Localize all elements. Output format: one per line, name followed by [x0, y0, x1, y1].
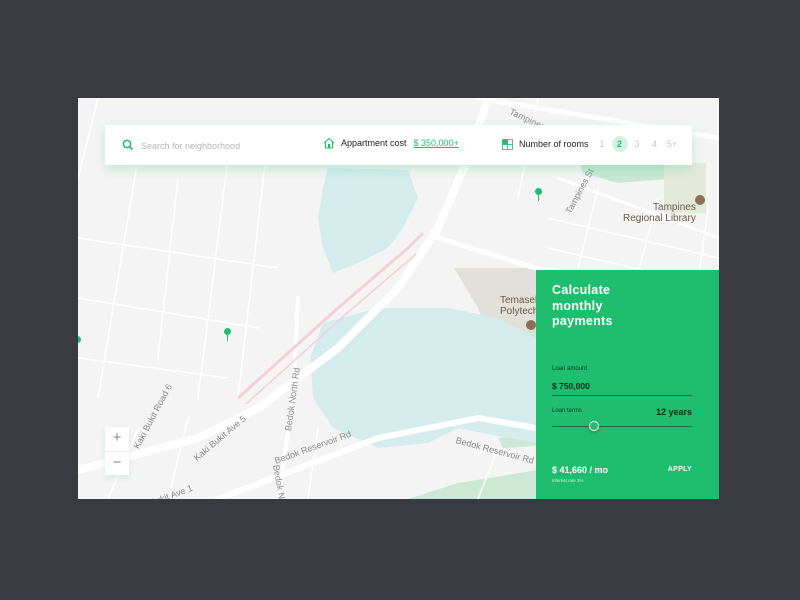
filter-bar: Appartment cost $ 350,000+ Number of roo…	[105, 125, 692, 165]
loan-terms-label: Loan terms	[552, 408, 583, 414]
rooms-filter: Number of rooms 1 2 3 4 5+	[502, 136, 680, 152]
room-option-5-plus[interactable]: 5+	[664, 136, 680, 152]
search-input[interactable]	[139, 135, 313, 157]
calculator-title: Calculate monthly payments	[552, 283, 613, 330]
interest-rate: interest rate 3%	[552, 478, 584, 483]
zoom-controls: + −	[105, 427, 129, 475]
zoom-out-button[interactable]: −	[105, 451, 129, 476]
room-option-2[interactable]: 2	[611, 136, 628, 152]
calculator-title-line2: monthly	[552, 298, 603, 313]
loan-terms-value: 12 years	[655, 407, 692, 417]
search-icon	[122, 139, 134, 151]
library-label-line2: Regional Library	[623, 213, 696, 224]
library-label-line1: Tampines	[653, 202, 696, 213]
apartment-cost-label: Appartment cost	[341, 138, 407, 148]
library-poi-icon	[695, 195, 705, 205]
apply-button[interactable]: APPLY	[668, 466, 692, 473]
payment-calculator-panel: Calculate monthly payments Loan amount $…	[536, 270, 719, 499]
zoom-in-button[interactable]: +	[105, 427, 129, 451]
map-pin[interactable]	[535, 188, 542, 201]
app-frame: Tampines Ave Tampines St Tampines Region…	[78, 98, 719, 499]
loan-amount-input[interactable]: $ 750,000	[552, 381, 590, 391]
monthly-payment: $ 41,660 / mo	[552, 465, 609, 475]
rooms-grid-icon	[502, 138, 513, 150]
polytechnic-poi-icon	[526, 320, 536, 330]
calculator-title-line3: payments	[552, 314, 613, 328]
loan-terms-slider-handle[interactable]	[589, 421, 599, 431]
rooms-label: Number of rooms	[519, 139, 589, 149]
map-pin[interactable]	[224, 328, 231, 341]
room-option-1[interactable]: 1	[594, 136, 610, 152]
apartment-cost-value[interactable]: $ 350,000+	[414, 138, 459, 148]
map-label-library: Tampines Regional Library	[623, 202, 696, 224]
room-option-3[interactable]: 3	[629, 136, 645, 152]
loan-amount-underline	[552, 395, 692, 396]
calculator-title-line1: Calculate	[552, 283, 611, 297]
house-icon	[323, 137, 335, 149]
loan-terms-slider-track[interactable]	[552, 426, 692, 427]
room-option-4[interactable]: 4	[647, 136, 663, 152]
loan-amount-label: Loan amount	[552, 366, 588, 372]
apartment-cost-filter: Appartment cost $ 350,000+	[323, 137, 459, 149]
